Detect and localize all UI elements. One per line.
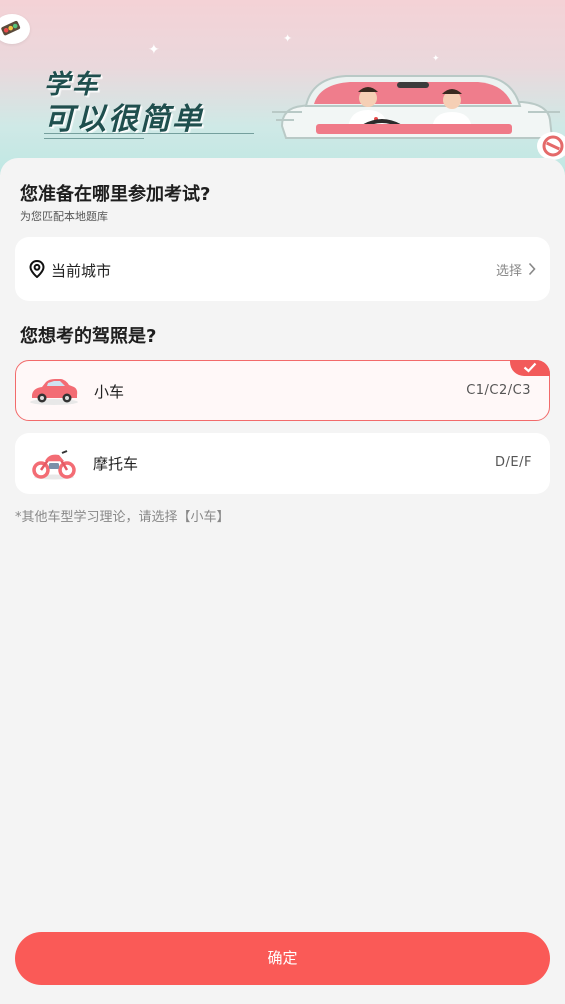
current-city-label: 当前城市 xyxy=(51,262,112,280)
location-pin-icon xyxy=(29,259,45,282)
exam-location-question: 您准备在哪里参加考试? xyxy=(20,184,211,205)
license-name: 小车 xyxy=(94,383,125,401)
banner-title-line2: 可以很简单 xyxy=(44,102,204,137)
sparkle-icon: ✦ xyxy=(432,54,440,64)
sparkle-icon: ✦ xyxy=(148,42,160,58)
header-banner: ✦ ✦ ✦ 学车 可以很简单 xyxy=(0,0,565,175)
city-selector[interactable]: 当前城市 选择 xyxy=(15,237,550,301)
banner-underline xyxy=(44,138,144,139)
license-codes: D/E/F xyxy=(495,455,532,470)
car-illustration xyxy=(272,75,560,139)
banner-underline xyxy=(44,133,254,134)
exam-location-subtitle: 为您匹配本地题库 xyxy=(20,210,108,223)
select-city-label: 选择 xyxy=(495,264,522,279)
selection-panel: 您准备在哪里参加考试? 为您匹配本地题库 当前城市 选择 您想考的驾照是? 小车 xyxy=(0,158,565,1004)
no-entry-sign-icon xyxy=(537,132,565,160)
traffic-light-icon xyxy=(0,14,30,44)
checkmark-icon xyxy=(510,360,550,376)
car-icon xyxy=(28,375,80,411)
license-codes: C1/C2/C3 xyxy=(466,383,531,398)
license-question: 您想考的驾照是? xyxy=(20,326,157,347)
license-option-motorcycle[interactable]: 摩托车 D/E/F xyxy=(15,433,550,494)
confirm-button[interactable]: 确定 xyxy=(15,932,550,985)
chevron-right-icon xyxy=(528,261,536,280)
motorcycle-icon xyxy=(31,447,77,485)
sparkle-icon: ✦ xyxy=(283,32,293,45)
license-note: *其他车型学习理论，请选择【小车】 xyxy=(15,510,230,525)
license-name: 摩托车 xyxy=(93,455,139,473)
license-option-car[interactable]: 小车 C1/C2/C3 xyxy=(15,360,550,421)
